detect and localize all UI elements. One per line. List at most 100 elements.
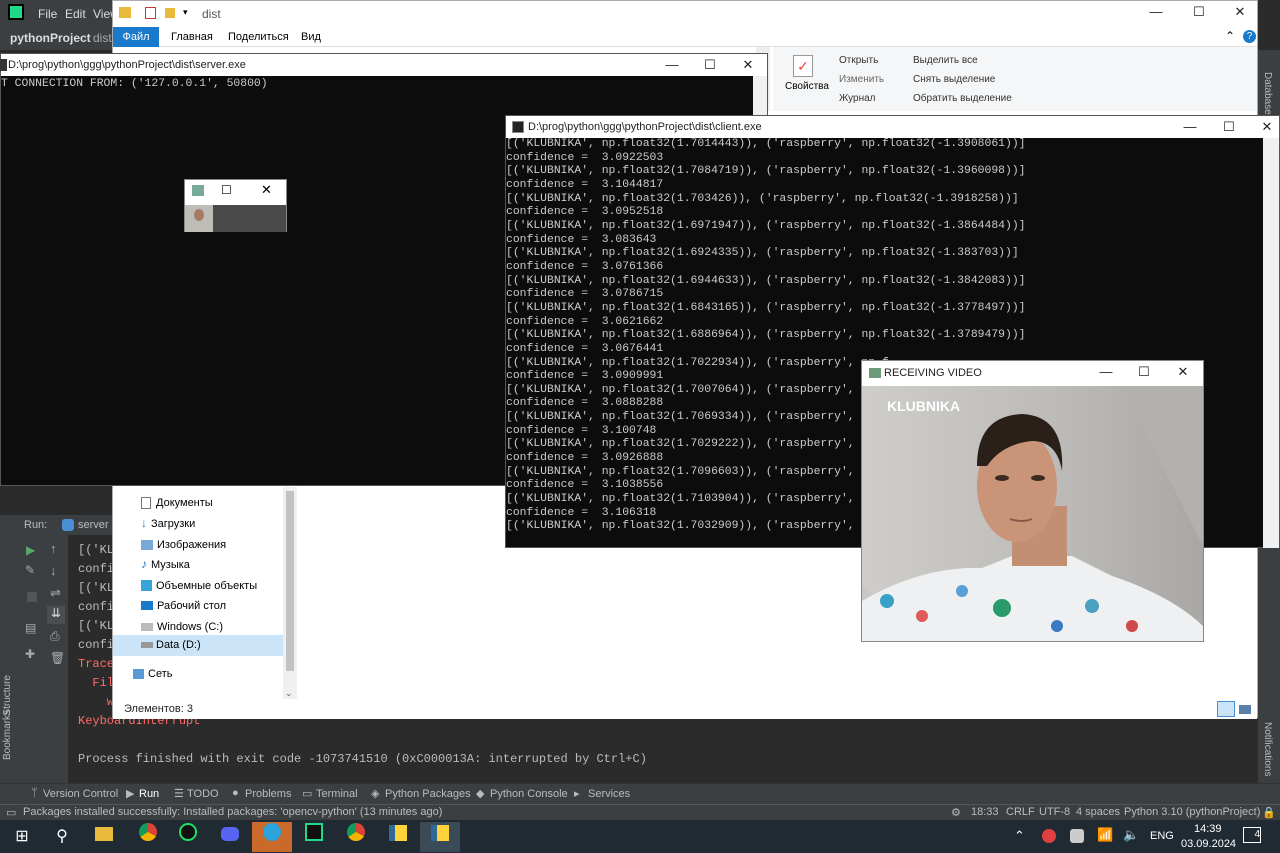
explorer-taskbar-icon[interactable] bbox=[84, 822, 124, 852]
rerun-icon[interactable]: ▶ bbox=[26, 543, 35, 557]
maximize-button[interactable]: ☐ bbox=[1180, 1, 1218, 23]
nav-item-desktop[interactable]: Рабочий стол bbox=[141, 598, 226, 612]
tab-todo[interactable]: TODO bbox=[187, 788, 219, 800]
python-app-icon[interactable] bbox=[378, 822, 418, 852]
qat-dropdown-icon[interactable]: ▾ bbox=[183, 7, 188, 18]
discord-icon[interactable] bbox=[210, 822, 250, 852]
cursor-position[interactable]: 18:33 bbox=[971, 806, 999, 818]
pycharm-taskbar-icon[interactable] bbox=[294, 822, 334, 852]
breadcrumb-dist[interactable]: dist bbox=[93, 31, 112, 45]
video-maximize-button[interactable]: ☐ bbox=[1125, 361, 1163, 383]
tab-share[interactable]: Поделиться bbox=[228, 31, 289, 43]
collapse-ribbon-icon[interactable]: ⌃ bbox=[1225, 29, 1235, 43]
tray-app-icon[interactable] bbox=[1042, 829, 1056, 843]
nav-item-drive-d[interactable]: Data (D:) bbox=[113, 635, 283, 656]
clock-time[interactable]: 14:39 bbox=[1194, 823, 1222, 835]
client-scrollbar[interactable] bbox=[1263, 138, 1279, 548]
tiles-view-icon[interactable] bbox=[1239, 705, 1251, 714]
wrench-icon[interactable]: ✎ bbox=[25, 563, 35, 577]
tab-problems[interactable]: Problems bbox=[245, 788, 291, 800]
tab-python-console[interactable]: Python Console bbox=[490, 788, 568, 800]
show-hidden-icons-icon[interactable]: ⌃ bbox=[1014, 828, 1025, 844]
open-button[interactable]: Открыть bbox=[839, 55, 878, 66]
client-minimize-button[interactable]: — bbox=[1171, 116, 1209, 138]
tab-file[interactable]: Файл bbox=[113, 27, 159, 47]
nav-scrollbar[interactable]: ⌄ bbox=[283, 487, 297, 699]
volume-icon[interactable]: 🔈 bbox=[1123, 827, 1139, 843]
history-button[interactable]: Журнал bbox=[839, 93, 876, 104]
nav-item-music[interactable]: ♪ Музыка bbox=[141, 557, 190, 571]
nav-item-network[interactable]: Сеть bbox=[133, 666, 172, 680]
client-close-button[interactable]: ✕ bbox=[1248, 116, 1280, 138]
deselect-button[interactable]: Снять выделение bbox=[913, 74, 995, 85]
nav-item-documents[interactable]: Документы bbox=[141, 495, 213, 509]
preview-maximize-button[interactable]: ☐ bbox=[221, 183, 232, 197]
edit-button[interactable]: Изменить bbox=[839, 74, 884, 85]
down-arrow-icon[interactable]: ↓ bbox=[50, 563, 57, 578]
details-view-icon[interactable] bbox=[1217, 701, 1235, 717]
properties-button[interactable]: ✓ Свойства bbox=[785, 55, 829, 111]
client-maximize-button[interactable]: ☐ bbox=[1210, 116, 1248, 138]
pin-icon[interactable]: ✚ bbox=[25, 647, 35, 661]
clock-date[interactable]: 03.09.2024 bbox=[1181, 838, 1236, 850]
project-name[interactable]: pythonProject bbox=[10, 31, 91, 45]
nav-item-drive-c[interactable]: Windows (C:) bbox=[141, 619, 223, 633]
server-close-button[interactable]: ✕ bbox=[729, 54, 767, 76]
server-maximize-button[interactable]: ☐ bbox=[691, 54, 729, 76]
menu-file[interactable]: File bbox=[38, 7, 57, 21]
chrome-icon-2[interactable] bbox=[336, 822, 376, 852]
nav-scroll-thumb[interactable] bbox=[286, 491, 294, 671]
tab-python-packages[interactable]: Python Packages bbox=[385, 788, 471, 800]
run-tab-server[interactable]: server bbox=[78, 519, 109, 531]
telegram-icon[interactable] bbox=[252, 822, 292, 852]
help-icon[interactable]: ? bbox=[1243, 30, 1256, 43]
server-minimize-button[interactable]: — bbox=[653, 54, 691, 76]
layout-icon[interactable]: ▤ bbox=[25, 621, 36, 635]
tray-app-icon-2[interactable] bbox=[1070, 829, 1084, 843]
preview-close-button[interactable]: ✕ bbox=[261, 182, 272, 198]
gear-icon[interactable]: ⚙ bbox=[951, 806, 961, 819]
print-icon[interactable]: ⎙ bbox=[50, 629, 60, 644]
minimize-button[interactable]: — bbox=[1137, 1, 1175, 23]
delete-icon[interactable]: 🗑 bbox=[50, 651, 65, 665]
stop-icon[interactable] bbox=[27, 592, 37, 602]
encoding[interactable]: UTF-8 bbox=[1039, 806, 1070, 818]
notification-center-icon[interactable]: 4 bbox=[1243, 827, 1261, 843]
new-folder-qat-icon[interactable] bbox=[165, 8, 175, 18]
tab-home[interactable]: Главная bbox=[171, 31, 213, 43]
video-minimize-button[interactable]: — bbox=[1087, 361, 1125, 383]
up-arrow-icon[interactable]: ↑ bbox=[50, 541, 57, 556]
notifications-tab[interactable]: Notifications bbox=[1262, 722, 1273, 776]
invert-selection-button[interactable]: Обратить выделение bbox=[913, 93, 1012, 104]
scroll-end-icon[interactable]: ⇊ bbox=[47, 606, 65, 624]
select-all-button[interactable]: Выделить все bbox=[913, 55, 978, 66]
database-tab[interactable]: Database bbox=[1262, 72, 1273, 115]
scroll-down-icon[interactable]: ⌄ bbox=[285, 688, 293, 699]
tab-version-control[interactable]: Version Control bbox=[43, 788, 118, 800]
network-tray-icon[interactable]: 📶 bbox=[1097, 827, 1113, 843]
tab-run[interactable]: Run bbox=[139, 788, 159, 800]
properties-qat-icon[interactable] bbox=[145, 7, 156, 19]
app-icon[interactable] bbox=[168, 822, 208, 852]
chrome-icon[interactable] bbox=[128, 822, 168, 852]
menu-edit[interactable]: Edit bbox=[65, 7, 86, 21]
interpreter[interactable]: Python 3.10 (pythonProject) bbox=[1124, 806, 1260, 818]
tab-view[interactable]: Вид bbox=[301, 31, 321, 43]
soft-wrap-icon[interactable]: ⇌ bbox=[50, 585, 61, 601]
tab-terminal[interactable]: Terminal bbox=[316, 788, 358, 800]
start-windows-icon[interactable]: ⊞ bbox=[2, 822, 42, 852]
search-icon[interactable]: ⚲ bbox=[42, 822, 82, 852]
indent[interactable]: 4 spaces bbox=[1076, 806, 1120, 818]
nav-item-downloads[interactable]: ↓ Загрузки bbox=[141, 516, 195, 530]
input-language[interactable]: ENG bbox=[1150, 830, 1174, 842]
lock-icon[interactable]: 🔒 bbox=[1262, 806, 1276, 819]
bookmarks-tab[interactable]: Bookmarks bbox=[2, 710, 13, 760]
video-close-button[interactable]: ✕ bbox=[1164, 361, 1202, 383]
status-message[interactable]: Packages installed successfully: Install… bbox=[23, 806, 442, 818]
nav-item-pictures[interactable]: Изображения bbox=[141, 537, 226, 551]
python-app-icon-2[interactable] bbox=[420, 822, 460, 852]
nav-item-3d-objects[interactable]: Объемные объекты bbox=[141, 578, 257, 592]
tab-services[interactable]: Services bbox=[588, 788, 630, 800]
close-button[interactable]: ✕ bbox=[1221, 1, 1259, 23]
line-separator[interactable]: CRLF bbox=[1006, 806, 1035, 818]
